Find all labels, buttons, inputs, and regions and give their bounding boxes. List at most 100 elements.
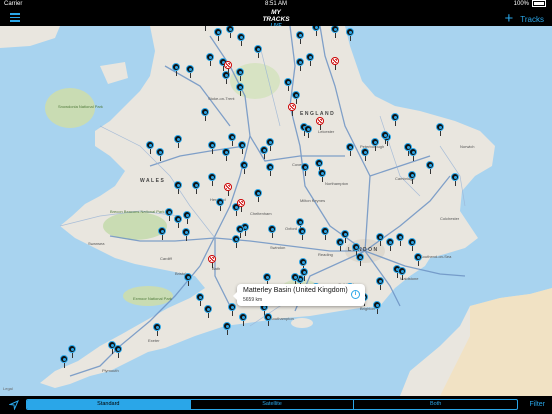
race-track-pin[interactable] [237,199,245,212]
track-pin[interactable] [361,148,369,161]
track-pin[interactable] [266,163,274,176]
track-pin[interactable] [206,53,214,66]
track-pin[interactable] [298,227,306,240]
track-pin[interactable] [60,355,68,368]
track-pin[interactable] [306,53,314,66]
track-pin[interactable] [296,31,304,44]
track-pin[interactable] [228,133,236,146]
track-pin[interactable] [174,215,182,228]
tracks-button[interactable]: + Tracks [505,11,544,26]
race-track-pin[interactable] [316,117,324,130]
menu-button[interactable] [10,13,20,22]
track-pin[interactable] [356,253,364,266]
track-pin[interactable] [386,238,394,251]
track-pin[interactable] [312,26,320,36]
track-pin[interactable] [172,63,180,76]
track-pin[interactable] [208,173,216,186]
track-pin[interactable] [146,141,154,154]
track-pin[interactable] [284,78,292,91]
pin-stem [187,281,189,286]
pin-stem [177,189,179,194]
track-pin[interactable] [237,33,245,46]
track-pin[interactable] [201,108,209,121]
track-pin[interactable] [184,273,192,286]
track-pin[interactable] [228,303,236,316]
checkered-flag-icon [288,103,296,111]
track-pin[interactable] [226,26,234,38]
track-pin[interactable] [376,277,384,290]
race-track-pin[interactable] [224,61,232,74]
track-pin[interactable] [196,293,204,306]
track-pin[interactable] [373,301,381,314]
track-pin[interactable] [264,313,272,326]
segment-satellite[interactable]: Satellite [191,400,355,409]
track-pin[interactable] [174,181,182,194]
track-pin[interactable] [371,138,379,151]
track-pin[interactable] [331,26,339,38]
track-pin[interactable] [165,208,173,221]
track-pin[interactable] [222,148,230,161]
track-pin[interactable] [346,28,354,41]
segment-both[interactable]: Both [354,400,517,409]
track-pin[interactable] [254,189,262,202]
track-pin[interactable] [182,228,190,241]
track-pin[interactable] [436,123,444,136]
track-pin[interactable] [376,233,384,246]
track-pin[interactable] [381,131,389,144]
track-pin[interactable] [408,238,416,251]
track-pin[interactable] [260,146,268,159]
segment-standard[interactable]: Standard [27,400,191,409]
track-pin[interactable] [68,345,76,358]
track-pin[interactable] [114,345,122,358]
track-pin[interactable] [174,135,182,148]
track-pin[interactable] [346,143,354,156]
track-pin[interactable] [398,267,406,280]
track-pin[interactable] [223,322,231,335]
track-pin[interactable] [341,230,349,243]
track-pin[interactable] [192,181,200,194]
track-pin[interactable] [238,141,246,154]
filter-button[interactable]: Filter [529,399,545,410]
track-pin[interactable] [426,161,434,174]
track-pin[interactable] [204,305,212,318]
track-callout[interactable]: Matterley Basin (United Kingdom) 5659 km… [233,284,365,306]
map-view[interactable]: WALES ENGLAND LONDON Snowdonia National … [0,26,552,396]
pin-head-icon [228,303,236,311]
track-pin[interactable] [304,125,312,138]
bottom-toolbar: Standard Satellite Both Filter [0,396,552,414]
race-track-pin[interactable] [331,57,339,70]
track-pin[interactable] [201,26,209,31]
track-pin[interactable] [158,227,166,240]
track-pin[interactable] [451,173,459,186]
track-pin[interactable] [321,227,329,240]
track-pin[interactable] [254,45,262,58]
track-pin[interactable] [208,141,216,154]
track-pin[interactable] [408,171,416,184]
track-pin[interactable] [216,198,224,211]
race-track-pin[interactable] [208,255,216,268]
track-pin[interactable] [236,68,244,81]
track-pin[interactable] [296,58,304,71]
info-icon[interactable]: i [351,290,360,299]
location-arrow-icon[interactable] [9,400,19,410]
race-track-pin[interactable] [288,103,296,116]
track-pin[interactable] [268,225,276,238]
track-pin[interactable] [414,253,422,266]
track-pin[interactable] [156,148,164,161]
track-pin[interactable] [214,28,222,41]
track-pin[interactable] [318,169,326,182]
track-pin[interactable] [153,323,161,336]
track-pin[interactable] [232,235,240,248]
track-pin[interactable] [236,83,244,96]
legal-link[interactable]: Legal [3,386,13,391]
track-pin[interactable] [391,113,399,126]
pin-head-icon [436,123,444,131]
track-pin[interactable] [409,148,417,161]
track-pin[interactable] [396,233,404,246]
race-track-pin[interactable] [224,183,232,196]
track-pin[interactable] [183,211,191,224]
track-pin[interactable] [186,65,194,78]
track-pin[interactable] [240,161,248,174]
track-pin[interactable] [301,163,309,176]
track-pin[interactable] [239,313,247,326]
